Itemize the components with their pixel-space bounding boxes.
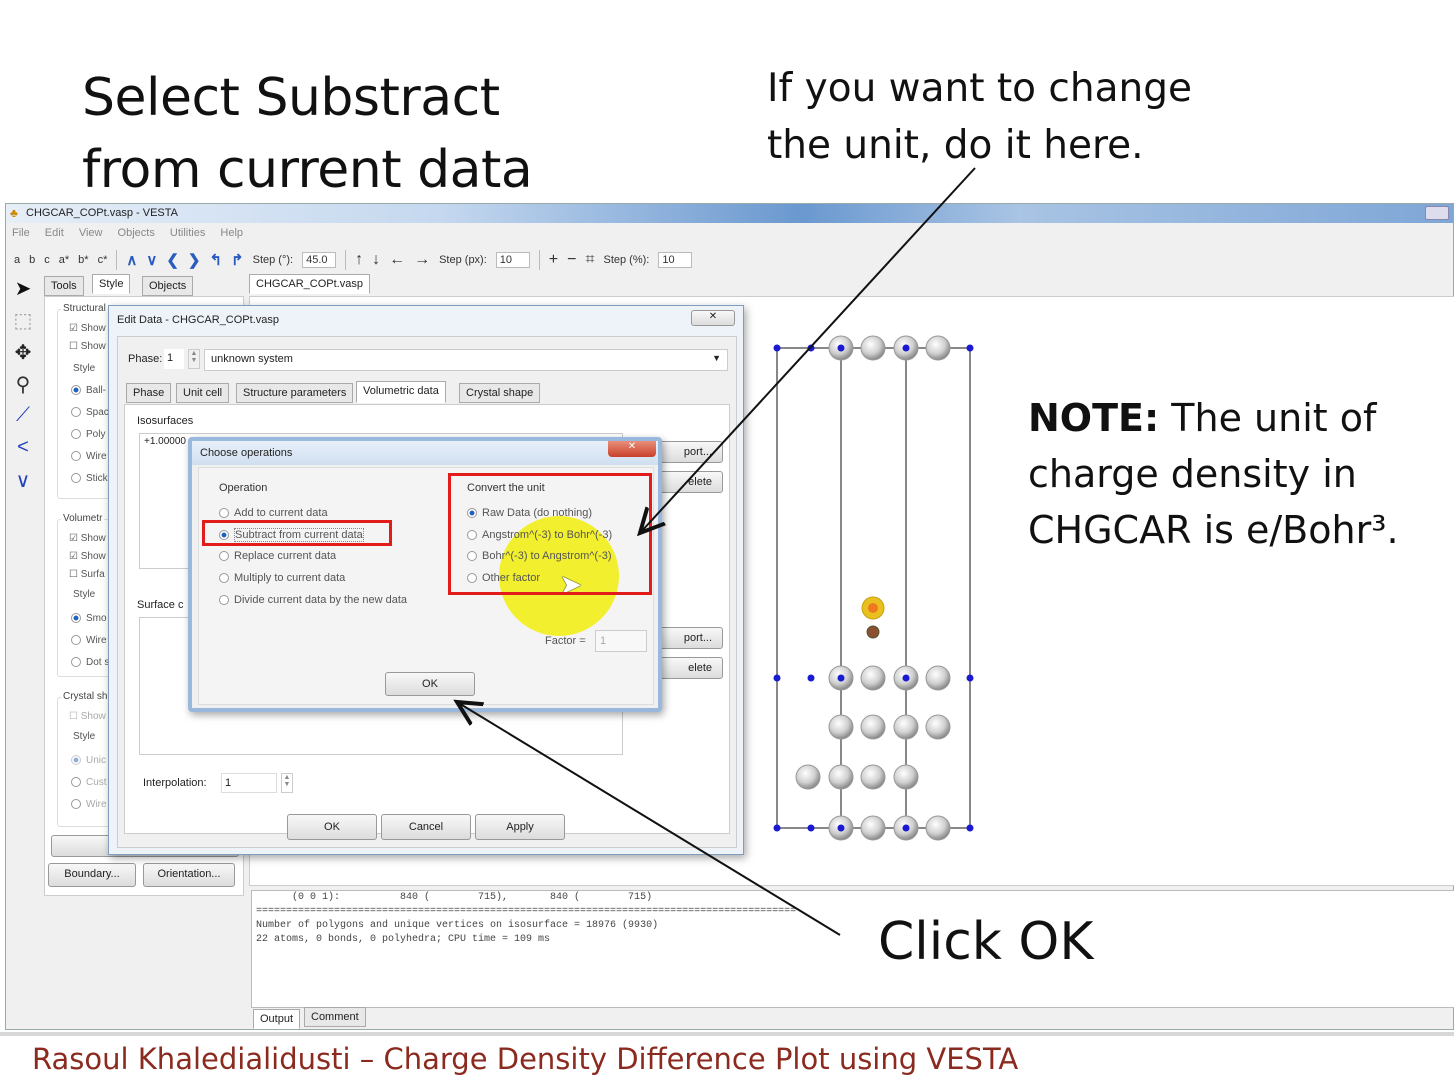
callout-arrows xyxy=(0,167,976,936)
arrow-to-convert-unit xyxy=(640,167,976,533)
footer-divider xyxy=(0,1032,1454,1036)
arrow-to-ok-button xyxy=(457,702,841,936)
slide-footer: Rasoul Khaledialidusti – Charge Density … xyxy=(32,1042,1019,1076)
